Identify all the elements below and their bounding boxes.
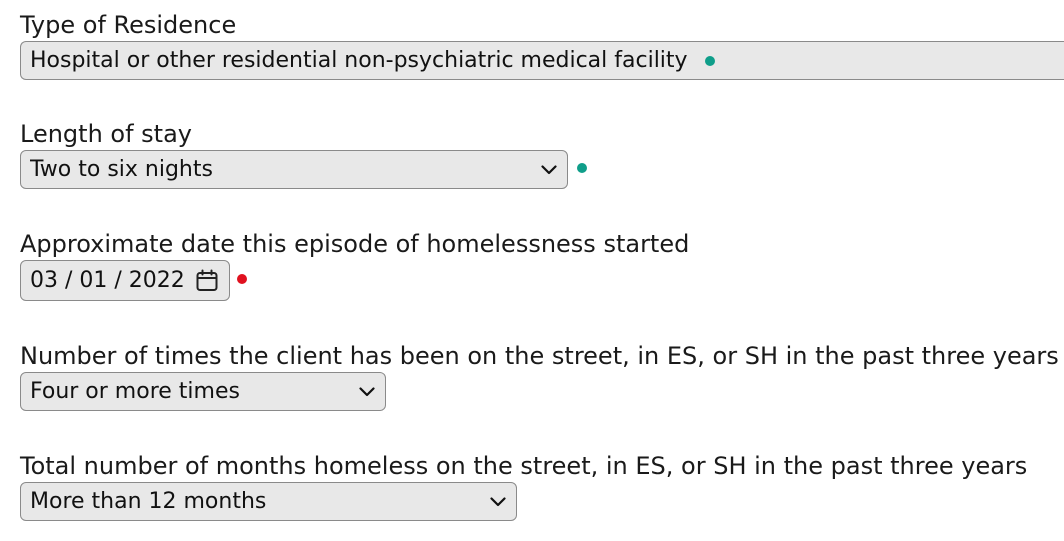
length-of-stay-field: Length of stay Two to six nights [20, 119, 587, 189]
chevron-down-icon [358, 383, 376, 401]
date-started-input[interactable]: 03 / 01 / 2022 [20, 260, 230, 301]
times-on-street-field: Number of times the client has been on t… [20, 341, 1059, 411]
chevron-down-icon [540, 161, 558, 179]
months-homeless-label: Total number of months homeless on the s… [20, 452, 1028, 480]
residence-select[interactable]: Hospital or other residential non-psychi… [20, 41, 1064, 80]
chevron-down-icon [489, 493, 507, 511]
length-of-stay-valid-dot [577, 162, 587, 173]
months-homeless-select[interactable]: More than 12 months [20, 482, 517, 521]
date-started-field: Approximate date this episode of homeles… [20, 229, 689, 301]
times-on-street-label: Number of times the client has been on t… [20, 342, 1059, 370]
months-homeless-field: Total number of months homeless on the s… [20, 451, 1027, 521]
date-started-invalid-dot [237, 273, 247, 284]
months-homeless-value: More than 12 months [30, 489, 267, 514]
homelessness-form: Type of Residence Hospital or other resi… [0, 0, 1064, 541]
length-of-stay-value: Two to six nights [30, 157, 213, 182]
residence-field: Type of Residence Hospital or other resi… [20, 10, 1064, 80]
length-of-stay-select[interactable]: Two to six nights [20, 150, 568, 189]
times-on-street-value: Four or more times [30, 379, 240, 404]
residence-valid-dot [704, 55, 715, 66]
date-started-label: Approximate date this episode of homeles… [20, 230, 690, 258]
date-started-value: 03 / 01 / 2022 [30, 268, 185, 293]
length-of-stay-label: Length of stay [20, 120, 192, 148]
calendar-icon[interactable] [195, 269, 219, 293]
times-on-street-select[interactable]: Four or more times [20, 372, 386, 411]
residence-label: Type of Residence [20, 11, 237, 39]
residence-value: Hospital or other residential non-psychi… [30, 48, 688, 73]
